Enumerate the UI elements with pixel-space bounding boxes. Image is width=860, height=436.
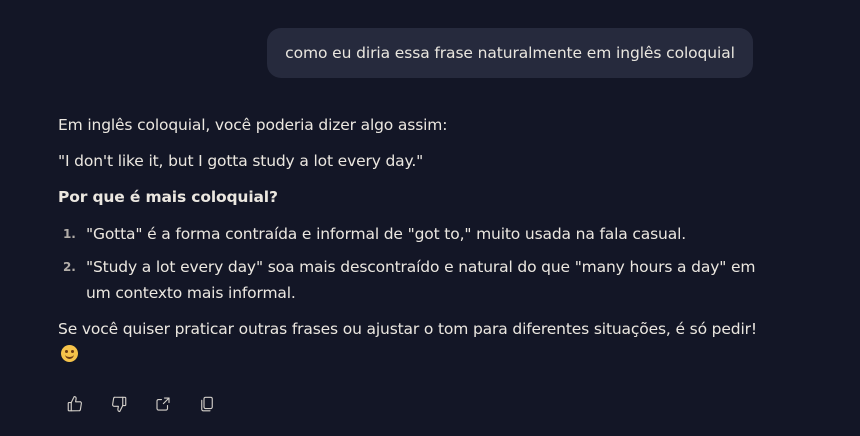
list-item: 2. "Study a lot every day" soa mais desc… — [58, 254, 758, 306]
user-message-text: como eu diria essa frase naturalmente em… — [285, 44, 735, 62]
assistant-response: Em inglês coloquial, você poderia dizer … — [58, 112, 758, 368]
list-item-number: 1. — [63, 227, 76, 241]
chat-page: como eu diria essa frase naturalmente em… — [0, 0, 860, 436]
response-quote: "I don't like it, but I gotta study a lo… — [58, 152, 424, 170]
thumbs-down-button[interactable] — [108, 393, 130, 415]
thumbs-up-icon — [67, 395, 82, 412]
message-actions — [64, 393, 218, 415]
list-item-text: "Gotta" é a forma contraída e informal d… — [86, 225, 687, 243]
copy-button[interactable] — [196, 393, 218, 415]
response-closing-text: Se você quiser praticar outras frases ou… — [58, 320, 757, 338]
list-item-text: "Study a lot every day" soa mais descont… — [86, 258, 756, 302]
response-heading: Por que é mais coloquial? — [58, 188, 278, 206]
list-item-number: 2. — [63, 260, 76, 274]
list-item: 1. "Gotta" é a forma contraída e informa… — [58, 221, 758, 247]
smiling-face-icon — [61, 345, 78, 362]
user-message-bubble: como eu diria essa frase naturalmente em… — [267, 28, 753, 78]
share-icon — [156, 397, 170, 411]
response-intro: Em inglês coloquial, você poderia dizer … — [58, 116, 448, 134]
thumbs-up-button[interactable] — [64, 393, 86, 415]
response-closing: Se você quiser praticar outras frases ou… — [58, 316, 758, 368]
thumbs-down-icon — [112, 396, 127, 413]
share-button[interactable] — [152, 393, 174, 415]
explanation-list: 1. "Gotta" é a forma contraída e informa… — [58, 221, 758, 306]
copy-icon — [201, 396, 213, 412]
